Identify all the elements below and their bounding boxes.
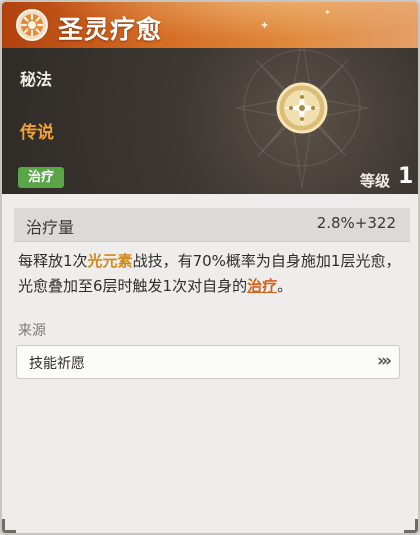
source-item-label: 技能祈愿 xyxy=(29,356,85,372)
card-header: 圣灵疗愈 ✦ ✦ xyxy=(2,2,418,48)
skill-title: 圣灵疗愈 xyxy=(58,15,163,44)
skill-card: 圣灵疗愈 ✦ ✦ 秘法 传说 治疗 等级 1 治疗量 2.8%+322 每释放1… xyxy=(0,0,420,535)
stat-row: 治疗量 2.8%+322 xyxy=(14,208,410,242)
skill-description: 每释放1次光元素战技，有70%概率为自身施加1层光愈，光愈叠加至6层时触发1次对… xyxy=(18,249,410,299)
frame-corner xyxy=(2,519,16,533)
skill-type-badge: 治疗 xyxy=(18,167,64,188)
sun-emblem-icon xyxy=(16,9,48,41)
stat-label: 治疗量 xyxy=(26,218,75,237)
sparkle-icon: ✦ xyxy=(324,8,331,17)
frame-corner xyxy=(404,519,418,533)
source-item-button[interactable]: 技能祈愿 ››› xyxy=(16,345,400,379)
description-text: 。 xyxy=(277,277,293,295)
element-keyword: 光元素 xyxy=(87,252,133,270)
level-label: 等级 xyxy=(360,172,391,190)
sparkle-icon: ✦ xyxy=(260,19,270,32)
level-value: 1 xyxy=(398,164,414,189)
skill-category: 秘法 xyxy=(20,70,53,89)
heal-keyword-link[interactable]: 治疗 xyxy=(247,277,277,295)
source-label: 来源 xyxy=(18,323,46,339)
double-chevron-right-icon: ››› xyxy=(376,351,392,371)
skill-hero: 秘法 传说 治疗 等级 1 xyxy=(2,48,418,194)
description-text: 每释放1次 xyxy=(18,252,88,270)
stat-value: 2.8%+322 xyxy=(316,214,396,232)
skill-rarity: 传说 xyxy=(20,123,54,143)
